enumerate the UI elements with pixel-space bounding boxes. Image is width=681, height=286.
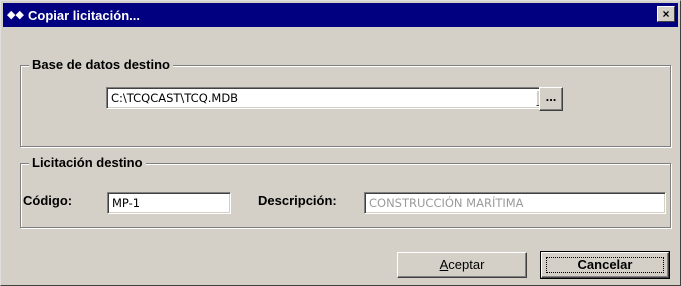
close-icon: × bbox=[662, 7, 670, 21]
bid-group: Licitación destino Código: MP-1 Descripc… bbox=[20, 155, 671, 228]
browse-button-label: ... bbox=[545, 89, 557, 104]
accept-button-accel: A bbox=[439, 257, 449, 272]
code-input[interactable]: MP-1 bbox=[107, 192, 231, 214]
focus-rectangle bbox=[546, 257, 664, 273]
description-value: CONSTRUCCIÓN MARÍTIMA bbox=[369, 196, 524, 210]
database-group-legend: Base de datos destino bbox=[29, 57, 173, 72]
app-icon: ◆◆ bbox=[7, 8, 24, 21]
description-input[interactable]: CONSTRUCCIÓN MARÍTIMA bbox=[364, 192, 666, 214]
description-label: Descripción: bbox=[258, 193, 337, 208]
bid-group-legend: Licitación destino bbox=[29, 155, 146, 170]
accept-button-label: ceptar bbox=[448, 257, 485, 272]
close-button[interactable]: × bbox=[657, 6, 675, 22]
accept-button[interactable]: Aceptar bbox=[397, 252, 527, 278]
code-label: Código: bbox=[23, 193, 73, 208]
database-group: Base de datos destino C:\TCQCAST\TCQ.MDB… bbox=[20, 57, 671, 147]
dialog-window: ◆◆ Copiar licitación... × Base de datos … bbox=[0, 0, 681, 286]
browse-button[interactable]: ... bbox=[539, 87, 563, 111]
window-title: Copiar licitación... bbox=[28, 7, 140, 23]
cancel-button[interactable]: Cancelar bbox=[540, 251, 670, 279]
database-path-value: C:\TCQCAST\TCQ.MDB bbox=[111, 91, 239, 105]
title-bar[interactable]: ◆◆ Copiar licitación... × bbox=[3, 3, 678, 27]
code-value: MP-1 bbox=[112, 196, 141, 210]
database-path-combobox[interactable]: C:\TCQCAST\TCQ.MDB ▼ bbox=[106, 87, 555, 109]
